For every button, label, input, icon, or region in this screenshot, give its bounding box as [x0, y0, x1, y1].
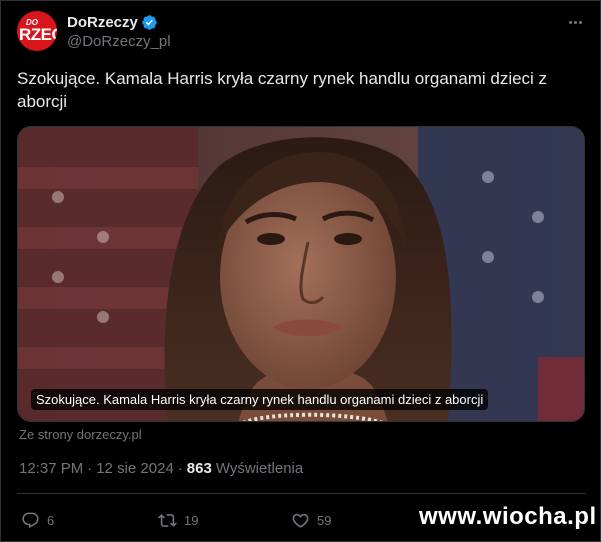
repost-icon	[158, 513, 177, 527]
verified-badge-icon	[142, 14, 157, 30]
like-icon	[292, 513, 309, 528]
portrait-photo	[18, 127, 584, 421]
like-button[interactable]: 59	[291, 505, 331, 535]
avatar-logo-main: RZEC	[19, 25, 57, 44]
reply-count: 6	[47, 512, 55, 528]
views-count: 863	[186, 460, 212, 477]
more-icon[interactable]	[564, 13, 586, 31]
display-name[interactable]: DoRzeczy	[67, 14, 138, 31]
media-caption: Szokujące. Kamala Harris kryła czarny ry…	[31, 389, 489, 410]
watermark: www.wiocha.pl	[419, 503, 597, 530]
tweet-date[interactable]: 12 sie 2024	[96, 460, 174, 477]
repost-button[interactable]: 19	[158, 505, 198, 535]
tweet-time[interactable]: 12:37 PM	[19, 460, 83, 477]
tweet-header: DO RZEC DoRzeczy @DoRzeczy_pl	[17, 11, 586, 51]
reply-icon	[22, 512, 39, 528]
meta-separator: ·	[177, 460, 183, 477]
tweet-text: Szokujące. Kamala Harris kryła czarny ry…	[17, 69, 548, 111]
tweet-meta: 12:37 PM · 12 sie 2024 · 863 Wyświetleni…	[19, 460, 303, 477]
meta-separator: ·	[87, 460, 93, 477]
link-card-image[interactable]: Szokujące. Kamala Harris kryła czarny ry…	[17, 126, 585, 422]
repost-count: 19	[184, 512, 199, 528]
views-label: Wyświetlenia	[215, 460, 304, 477]
like-count: 59	[317, 512, 332, 528]
author-names: DoRzeczy @DoRzeczy_pl	[67, 12, 171, 51]
link-source[interactable]: Ze strony dorzeczy.pl	[19, 427, 142, 442]
tweet-card[interactable]: DO RZEC DoRzeczy @DoRzeczy_pl Szokujące.…	[0, 0, 601, 542]
avatar[interactable]: DO RZEC	[17, 11, 57, 51]
divider	[17, 493, 586, 494]
reply-button[interactable]: 6	[21, 505, 54, 535]
handle[interactable]: @DoRzeczy_pl	[67, 33, 171, 50]
